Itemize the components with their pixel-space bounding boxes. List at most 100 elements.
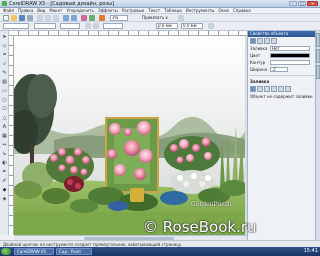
- export-icon[interactable]: [89, 15, 95, 21]
- menu-table[interactable]: Таблица: [164, 8, 182, 13]
- zoom-level-select[interactable]: 3%: [110, 15, 128, 21]
- blend-tool-icon[interactable]: ◐: [1, 159, 8, 166]
- nudge-spacer: [156, 23, 159, 29]
- rectangle-tool-icon[interactable]: ▭: [1, 87, 8, 94]
- title-bar: CorelDRAW X5 - [Садовый дизайн, розы] – …: [0, 0, 320, 8]
- fill-tab-icon[interactable]: [250, 38, 256, 44]
- menu-view[interactable]: Вид: [37, 8, 45, 13]
- basic-shapes-icon[interactable]: △: [1, 114, 8, 121]
- width-label: Ширина: [250, 67, 268, 72]
- postscript-fill-icon[interactable]: [285, 86, 291, 92]
- taskbar: CorelDRAW X5 Сад - Paint 15:41: [0, 247, 320, 256]
- nudge-height-field[interactable]: 0.0 мм: [181, 23, 203, 29]
- snap-to-menu[interactable]: Привязать к: [142, 15, 168, 21]
- docker-side-tabs: [315, 31, 320, 240]
- page-size-select[interactable]: [3, 23, 29, 29]
- fill-section-header[interactable]: Заливка: [248, 78, 315, 85]
- table-tool-icon[interactable]: ▦: [1, 132, 8, 139]
- close-button[interactable]: ×: [307, 1, 318, 6]
- texture-fill-icon[interactable]: [278, 86, 284, 92]
- menu-layout[interactable]: Макет: [49, 8, 62, 13]
- menu-tools[interactable]: Инструменты: [186, 8, 215, 13]
- menu-help[interactable]: Справка: [233, 8, 251, 13]
- window-controls: – □ ×: [289, 1, 318, 6]
- landscape-icon[interactable]: [93, 23, 99, 29]
- app-icon: [2, 1, 7, 6]
- outline-row: Контур: [248, 59, 315, 66]
- zoom-tool-icon[interactable]: ⌕: [1, 60, 8, 67]
- fountain-fill-icon[interactable]: [264, 86, 270, 92]
- open-folder-icon[interactable]: [11, 15, 17, 21]
- redo-icon[interactable]: [71, 15, 77, 21]
- general-tab-icon[interactable]: [264, 38, 270, 44]
- fill-note: Объект не содержит заливки: [250, 94, 313, 99]
- fill-label: Заливка: [250, 46, 268, 51]
- taskbar-clock: 15:41: [303, 248, 318, 254]
- units-select[interactable]: [103, 23, 123, 29]
- color-label: Цвет: [250, 53, 261, 58]
- menu-text[interactable]: Текст: [148, 8, 160, 13]
- menu-edit[interactable]: Правка: [18, 8, 33, 13]
- page-height-field[interactable]: [60, 23, 80, 29]
- page-width-field[interactable]: [34, 23, 56, 29]
- detail-tab-icon[interactable]: [271, 38, 277, 44]
- minimize-button[interactable]: –: [289, 1, 297, 6]
- page-options-icon[interactable]: [208, 23, 214, 29]
- docker-tabs: [248, 37, 315, 45]
- save-icon[interactable]: [19, 15, 25, 21]
- docker-divider: [249, 75, 314, 76]
- eyedropper-tool-icon[interactable]: ✒: [1, 168, 8, 175]
- outline-tab-icon[interactable]: [257, 38, 263, 44]
- portrait-icon[interactable]: [85, 23, 91, 29]
- ellipse-tool-icon[interactable]: ○: [1, 96, 8, 103]
- task-paint[interactable]: Сад - Paint: [56, 248, 92, 255]
- menu-window[interactable]: Окно: [218, 8, 229, 13]
- menu-effects[interactable]: Эффекты: [98, 8, 118, 13]
- options-icon[interactable]: [178, 15, 184, 21]
- start-button-icon[interactable]: [1, 248, 11, 255]
- outline-tool-icon[interactable]: ✐: [1, 177, 8, 184]
- standard-toolbar: 3% Привязать к: [0, 14, 320, 22]
- shape-tool-icon[interactable]: ◇: [1, 42, 8, 49]
- interactive-fill-icon[interactable]: ◈: [1, 195, 8, 202]
- print-icon[interactable]: [27, 15, 33, 21]
- window-title: CorelDRAW X5 - [Садовый дизайн, розы]: [9, 1, 115, 7]
- freehand-tool-icon[interactable]: ✎: [1, 69, 8, 76]
- menu-file[interactable]: Файл: [3, 8, 14, 13]
- docker-tab-hints[interactable]: [316, 65, 320, 79]
- text-tool-icon[interactable]: A: [1, 123, 8, 130]
- task-coreldraw[interactable]: CorelDRAW X5: [14, 248, 54, 255]
- drawing-canvas[interactable]: GardenPuzzle: [14, 36, 247, 235]
- nudge-width-field[interactable]: 0.0 мм: [156, 23, 178, 29]
- color-swatch[interactable]: [270, 53, 310, 58]
- menu-arrange[interactable]: Упорядочить: [67, 8, 94, 13]
- toolbox: ➤ ◇ ⌗ ⌕ ✎ ▧ ▭ ○ ⬠ △ A ▦ ↔ ↳ ◐ ✒ ✐ ◆ ◈: [0, 31, 9, 235]
- polygon-tool-icon[interactable]: ⬠: [1, 105, 8, 112]
- undo-icon[interactable]: [63, 15, 69, 21]
- copy-icon[interactable]: [45, 15, 51, 21]
- cut-icon[interactable]: [37, 15, 43, 21]
- pick-tool-icon[interactable]: ➤: [1, 33, 8, 40]
- docker-tab-properties[interactable]: [316, 33, 320, 47]
- fill-select[interactable]: Нет: [270, 46, 310, 51]
- new-document-icon[interactable]: [3, 15, 9, 21]
- smart-fill-icon[interactable]: ▧: [1, 78, 8, 85]
- launcher-icon[interactable]: [99, 15, 105, 21]
- dimension-tool-icon[interactable]: ↔: [1, 141, 8, 148]
- import-icon[interactable]: [81, 15, 87, 21]
- color-row: Цвет: [248, 52, 315, 59]
- connector-tool-icon[interactable]: ↳: [1, 150, 8, 157]
- paste-icon[interactable]: [53, 15, 59, 21]
- no-fill-icon[interactable]: [250, 86, 256, 92]
- outline-select[interactable]: [270, 60, 310, 65]
- fill-type-buttons: [248, 85, 315, 93]
- width-field[interactable]: .2: [270, 67, 288, 72]
- canvas-watermark: GardenPuzzle: [191, 201, 234, 208]
- docker-tab-objects[interactable]: [316, 49, 320, 63]
- menu-bitmaps[interactable]: Растровые: [122, 8, 144, 13]
- maximize-button[interactable]: □: [298, 1, 306, 6]
- pattern-fill-icon[interactable]: [271, 86, 277, 92]
- crop-tool-icon[interactable]: ⌗: [1, 51, 8, 58]
- uniform-fill-icon[interactable]: [257, 86, 263, 92]
- fill-tool-icon[interactable]: ◆: [1, 186, 8, 193]
